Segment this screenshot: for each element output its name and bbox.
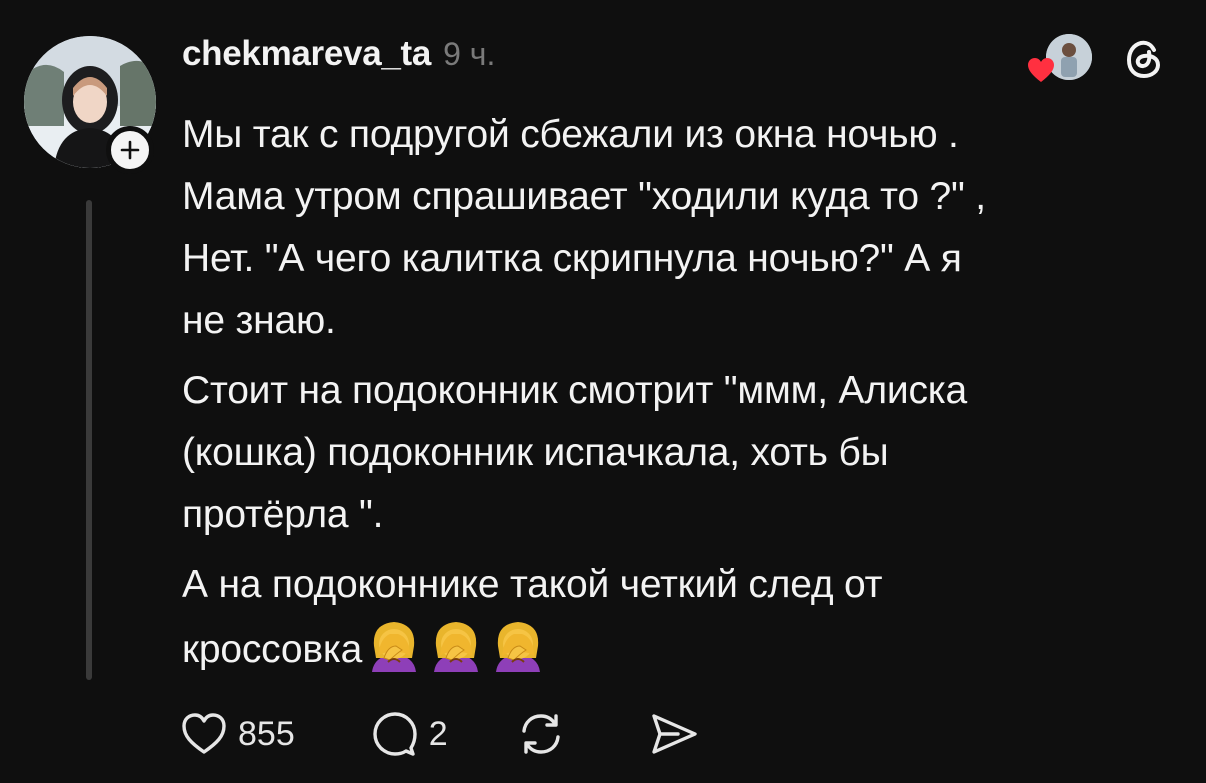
heart-icon	[1028, 58, 1054, 82]
plus-icon	[120, 140, 140, 160]
woman-facepalming-emoji	[372, 622, 417, 672]
comment-button[interactable]: 2	[371, 710, 448, 758]
repost-arrows-icon	[521, 714, 560, 754]
speech-bubble-icon	[373, 712, 417, 756]
follow-button[interactable]	[106, 126, 154, 174]
post-paragraph-2: Стоит на подоконник смотрит "ммм, Алиска…	[182, 369, 967, 536]
like-button[interactable]: 855	[180, 711, 295, 757]
emoji-row	[366, 616, 546, 672]
author-username[interactable]: chekmareva_ta	[182, 34, 431, 74]
action-bar: 855 2	[180, 706, 700, 762]
threads-logo-icon[interactable]	[1120, 34, 1170, 84]
post-timestamp: 9 ч.	[443, 36, 496, 72]
comment-count: 2	[428, 714, 448, 753]
post-paragraph-3: А на подоконнике такой четкий след от кр…	[182, 554, 1172, 681]
woman-facepalming-emoji	[496, 622, 541, 672]
send-plane-icon	[651, 714, 697, 754]
like-count: 855	[238, 714, 295, 753]
woman-facepalming-emoji	[434, 622, 479, 672]
share-button[interactable]	[648, 710, 700, 758]
post-body: Мы так с подругой сбежали из окна ночью …	[182, 104, 1172, 689]
repost-button[interactable]	[516, 709, 566, 759]
thread-line	[86, 200, 92, 680]
heart-outline-icon	[182, 713, 226, 754]
post-paragraph-1: Мы так с подругой сбежали из окна ночью …	[182, 113, 986, 342]
post-header: chekmareva_ta 9 ч.	[182, 34, 495, 84]
